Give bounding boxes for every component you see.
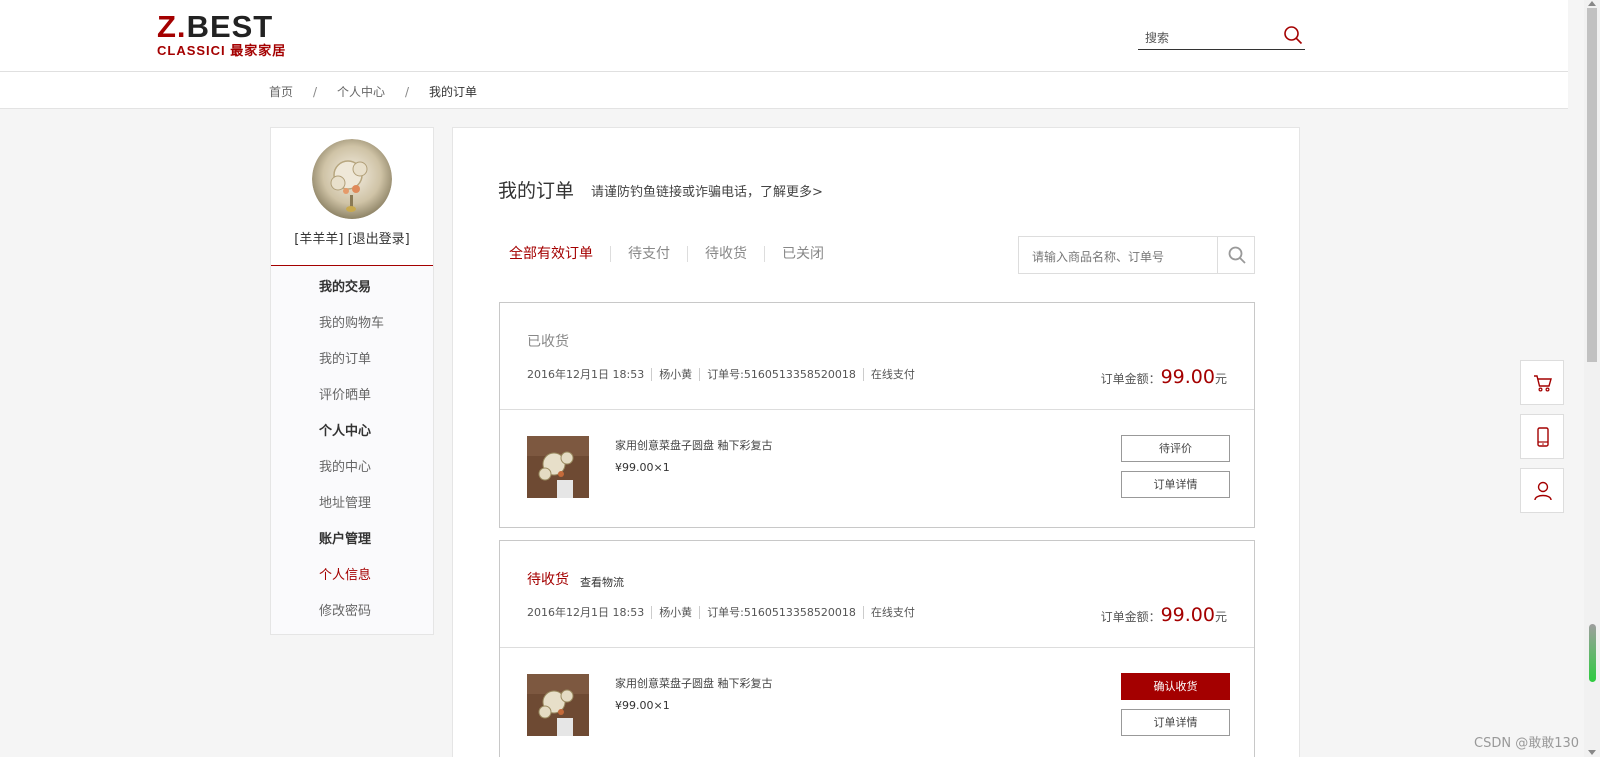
- card-divider: [500, 409, 1254, 410]
- sidebar-item-orders[interactable]: 我的订单: [319, 348, 371, 367]
- tab-pending-payment[interactable]: 待支付: [610, 246, 687, 262]
- order-amount: 订单金额：99.00元: [1101, 604, 1227, 626]
- order-amount-label: 订单金额：: [1100, 372, 1161, 386]
- phone-icon: [1537, 427, 1549, 447]
- product-name[interactable]: 家用创意菜盘子圆盘 釉下彩复古: [615, 437, 773, 453]
- orders-panel: 我的订单 请谨防钓鱼链接或诈骗电话，了解更多> 全部有效订单 待支付 待收货 已关闭 …: [452, 127, 1300, 757]
- order-search: 请输入商品名称、订单号: [1018, 236, 1255, 274]
- order-date: 2016年12月1日 18:53: [527, 606, 645, 619]
- sidebar-item-cart[interactable]: 我的购物车: [319, 312, 384, 331]
- sidebar-menu: 我的交易 我的购物车 我的订单 评价晒单 个人中心 我的中心 地址管理 账户管理…: [271, 266, 433, 634]
- order-date: 2016年12月1日 18:53: [527, 368, 645, 381]
- order-recipient: 杨小黄: [651, 606, 699, 619]
- order-amount-label: 订单金额：: [1100, 610, 1161, 624]
- order-card: 待收货 查看物流 2016年12月1日 18:53 杨小黄 订单号:51605133…: [499, 540, 1255, 757]
- breadcrumb-separator: /: [312, 85, 318, 99]
- breadcrumb-bar: 首页 / 个人中心 / 我的订单: [0, 72, 1568, 109]
- search-icon[interactable]: [1283, 25, 1303, 45]
- logo-subtitle: CLASSICI 最家家居: [157, 43, 287, 58]
- order-number: 订单号:5160513358520018: [699, 606, 863, 619]
- product-price: ¥99.00×1: [615, 699, 670, 712]
- breadcrumb-current: 我的订单: [429, 85, 478, 99]
- scroll-up-arrow-icon[interactable]: [1588, 1, 1596, 6]
- logout-link[interactable]: [退出登录]: [348, 232, 410, 247]
- order-card: 已收货 2016年12月1日 18:53 杨小黄 订单号:5160513358520…: [499, 302, 1255, 528]
- username[interactable]: [羊羊羊]: [294, 232, 343, 247]
- order-amount: 订单金额：99.00元: [1101, 366, 1227, 388]
- order-tabs: 全部有效订单 待支付 待收货 已关闭: [499, 243, 841, 267]
- sidebar-item-my-center[interactable]: 我的中心: [319, 456, 371, 475]
- breadcrumb-home[interactable]: 首页: [269, 85, 293, 99]
- tab-closed[interactable]: 已关闭: [764, 246, 841, 262]
- cart-icon: [1534, 375, 1552, 392]
- scrollbar-thumb[interactable]: [1587, 8, 1597, 362]
- tab-pending-receipt[interactable]: 待收货: [687, 246, 764, 262]
- product-name[interactable]: 家用创意菜盘子圆盘 釉下彩复古: [615, 675, 773, 691]
- sidebar-heading-trade: 我的交易: [319, 280, 372, 295]
- float-cart-button[interactable]: [1520, 360, 1564, 405]
- sidebar-item-address[interactable]: 地址管理: [319, 492, 371, 511]
- float-phone-button[interactable]: [1520, 414, 1564, 459]
- product-price: ¥99.00×1: [615, 461, 670, 474]
- user-icon: [1534, 481, 1552, 501]
- order-number: 订单号:5160513358520018: [699, 368, 863, 381]
- order-status: 已收货: [527, 334, 569, 350]
- site-logo[interactable]: Z.BEST CLASSICI 最家家居: [157, 9, 287, 60]
- order-amount-value: 99.00: [1160, 366, 1215, 388]
- order-amount-unit: 元: [1214, 372, 1227, 386]
- order-payment: 在线支付: [862, 368, 922, 381]
- order-meta: 2016年12月1日 18:53 杨小黄 订单号:5160513358520018 在…: [527, 606, 922, 619]
- sidebar: [羊羊羊] [退出登录] 我的交易 我的购物车 我的订单 评价晒单 个人中心 我…: [270, 127, 434, 635]
- order-detail-button[interactable]: 订单详情: [1121, 471, 1230, 498]
- header-search[interactable]: 搜索: [1138, 22, 1305, 50]
- logo-text: BEST: [186, 9, 274, 44]
- float-user-button[interactable]: [1520, 468, 1564, 513]
- pending-review-button[interactable]: 待评价: [1121, 435, 1230, 462]
- user-info: [羊羊羊] [退出登录]: [271, 228, 433, 247]
- logo-text-red: Z.: [157, 9, 187, 44]
- order-amount-value: 99.00: [1160, 604, 1215, 626]
- status-indicator: [1589, 624, 1596, 682]
- scroll-down-arrow-icon[interactable]: [1588, 750, 1596, 755]
- watermark: CSDN @敢敢130: [1474, 736, 1580, 751]
- breadcrumb-personal-center[interactable]: 个人中心: [337, 85, 385, 99]
- order-payment: 在线支付: [862, 606, 922, 619]
- security-warning-link[interactable]: 请谨防钓鱼链接或诈骗电话，了解更多>: [591, 181, 823, 200]
- order-recipient: 杨小黄: [651, 368, 699, 381]
- avatar[interactable]: [312, 139, 392, 219]
- order-amount-unit: 元: [1214, 610, 1227, 624]
- order-meta: 2016年12月1日 18:53 杨小黄 订单号:5160513358520018 在…: [527, 368, 922, 381]
- search-icon: [1228, 246, 1246, 264]
- order-status: 待收货: [527, 572, 569, 588]
- sidebar-heading-account: 账户管理: [319, 532, 372, 547]
- breadcrumb: 首页 / 个人中心 / 我的订单: [269, 83, 477, 100]
- site-header: Z.BEST CLASSICI 最家家居 搜索: [0, 0, 1568, 72]
- order-detail-button[interactable]: 订单详情: [1121, 709, 1230, 736]
- sidebar-item-profile[interactable]: 个人信息: [319, 564, 371, 583]
- product-image: [527, 674, 589, 736]
- page-title: 我的订单: [498, 180, 575, 202]
- confirm-receipt-button[interactable]: 确认收货: [1121, 673, 1230, 700]
- avatar-image: [312, 139, 392, 219]
- view-logistics-link[interactable]: 查看物流: [580, 574, 624, 590]
- sidebar-item-reviews[interactable]: 评价晒单: [319, 384, 371, 403]
- product-thumbnail[interactable]: [527, 436, 589, 498]
- product-image: [527, 436, 589, 498]
- sidebar-item-password[interactable]: 修改密码: [319, 600, 371, 619]
- sidebar-heading-personal: 个人中心: [319, 424, 372, 439]
- product-thumbnail[interactable]: [527, 674, 589, 736]
- tab-all-orders[interactable]: 全部有效订单: [499, 246, 610, 262]
- breadcrumb-separator: /: [405, 85, 410, 99]
- card-divider: [500, 647, 1254, 648]
- order-search-button[interactable]: [1217, 237, 1254, 273]
- header-search-input[interactable]: 搜索: [1145, 29, 1169, 46]
- order-search-input[interactable]: 请输入商品名称、订单号: [1032, 248, 1164, 265]
